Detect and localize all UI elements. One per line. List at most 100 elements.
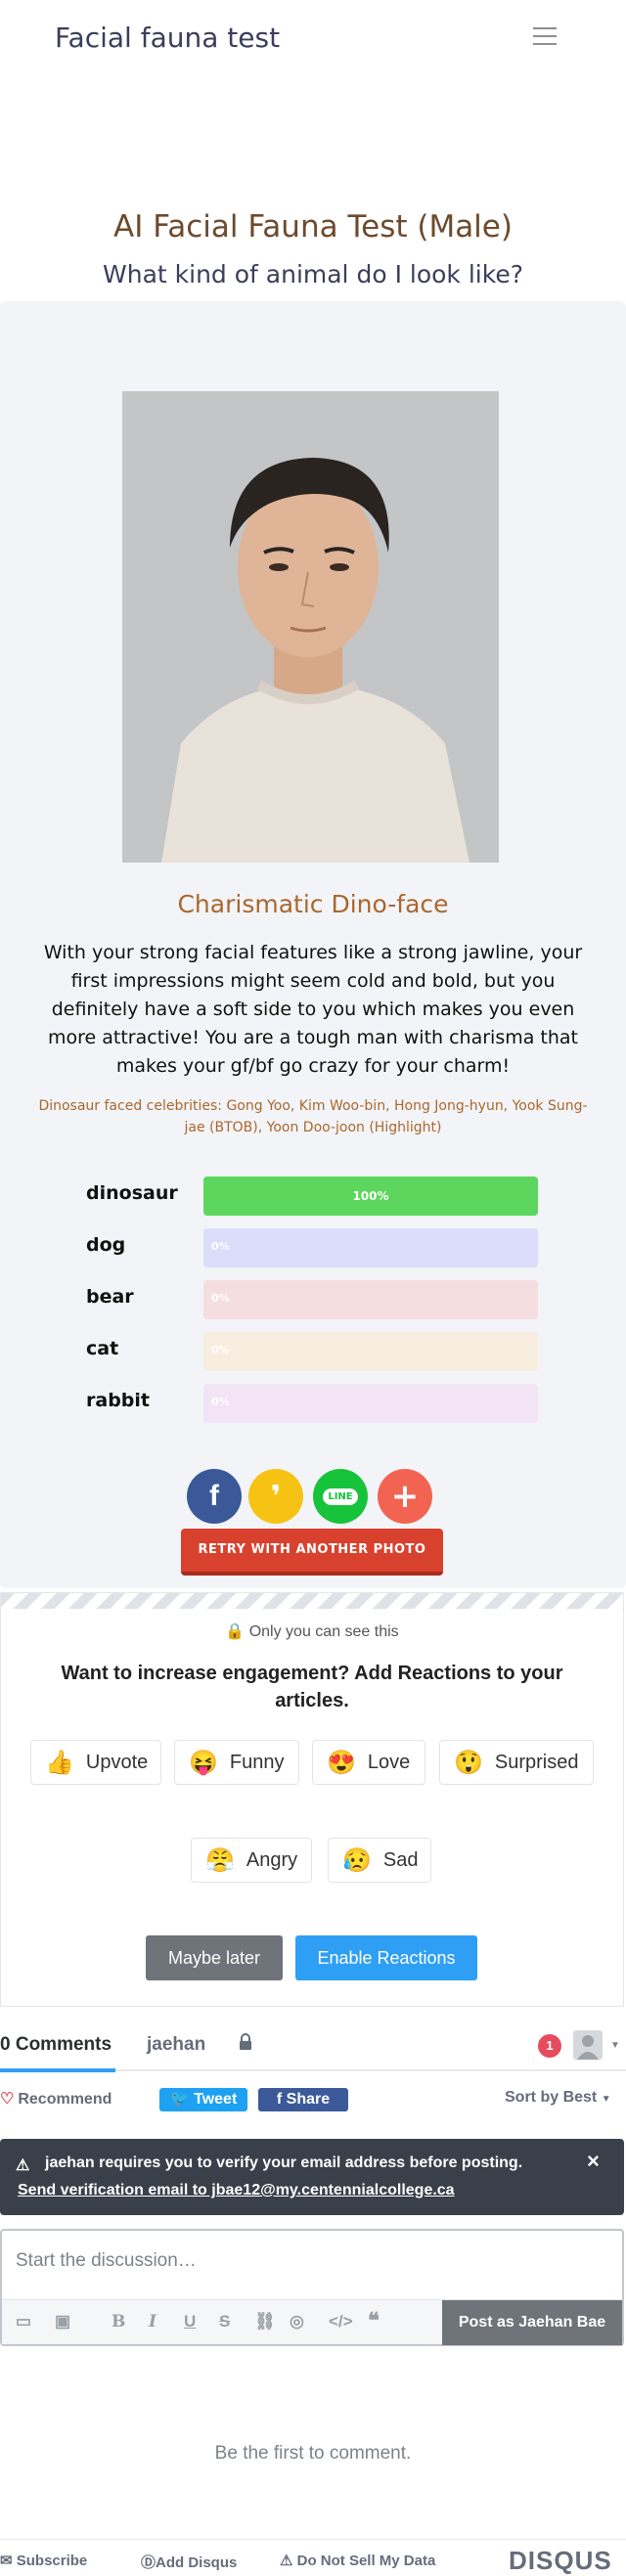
tongue-face-icon: 😝 bbox=[189, 1749, 218, 1776]
reaction-label: Sad bbox=[382, 1848, 419, 1871]
score-track: 0% bbox=[203, 1332, 538, 1371]
kakao-icon: ❜ bbox=[270, 1479, 282, 1514]
brand-title[interactable]: Facial fauna test bbox=[55, 22, 280, 54]
maybe-later-button[interactable]: Maybe later bbox=[146, 1935, 283, 1980]
strikethrough-icon[interactable]: S bbox=[219, 2312, 230, 2332]
facebook-share-button[interactable]: f Share bbox=[258, 2088, 348, 2111]
angry-face-icon: 😤 bbox=[205, 1846, 235, 1874]
reaction-upvote[interactable]: 👍 Upvote bbox=[30, 1740, 161, 1785]
surprised-face-icon: 😲 bbox=[454, 1749, 483, 1776]
code-icon[interactable]: </> bbox=[329, 2312, 353, 2332]
navbar: Facial fauna test bbox=[0, 0, 626, 78]
gif-icon[interactable]: ▭ bbox=[16, 2312, 31, 2332]
score-fill: 100% bbox=[203, 1177, 538, 1216]
striped-divider bbox=[1, 1593, 623, 1609]
score-label: rabbit bbox=[86, 1390, 150, 1411]
score-track: 0% bbox=[203, 1280, 538, 1319]
notification-badge[interactable]: 1 bbox=[538, 2034, 561, 2058]
tweet-label: Tweet bbox=[194, 2091, 238, 2108]
disqus-footer: ✉ Subscribe ⒹAdd Disqus ⚠ Do Not Sell My… bbox=[0, 2539, 626, 2576]
sad-face-icon: 😥 bbox=[342, 1846, 372, 1874]
active-tab-indicator bbox=[0, 2068, 115, 2072]
facebook-share-button[interactable]: f bbox=[187, 1469, 242, 1524]
score-row-dinosaur: dinosaur 100% bbox=[0, 1177, 626, 1216]
reaction-label: Funny bbox=[229, 1751, 285, 1773]
quote-icon[interactable]: ❝ bbox=[368, 2308, 380, 2333]
recommend-button[interactable]: ♡ Recommend bbox=[0, 2089, 112, 2109]
do-not-sell-link[interactable]: ⚠ Do Not Sell My Data bbox=[280, 2552, 435, 2569]
reactions-prompt: Want to increase engagement? Add Reactio… bbox=[61, 1663, 563, 1711]
send-verification-link[interactable]: Send verification email to jbae12@my.cen… bbox=[18, 2182, 455, 2199]
heart-icon: ♡ bbox=[0, 2091, 15, 2108]
do-not-sell-label: Do Not Sell My Data bbox=[296, 2553, 436, 2569]
tweet-button[interactable]: 🐦 Tweet bbox=[159, 2088, 247, 2111]
score-label: dinosaur bbox=[86, 1182, 178, 1204]
celebrity-list: Dinosaur faced celebrities: Gong Yoo, Ki… bbox=[38, 1098, 588, 1135]
score-percent: 0% bbox=[211, 1396, 230, 1408]
sort-label: Sort by Best bbox=[505, 2089, 598, 2106]
subscribe-link[interactable]: ✉ Subscribe bbox=[0, 2552, 87, 2569]
link-icon[interactable]: ⛓ bbox=[254, 2312, 276, 2332]
disqus-comments: 0 Comments jaehan 1 ▼ ♡ Recommend 🐦 Tweet… bbox=[0, 2007, 626, 2576]
enable-reactions-button[interactable]: Enable Reactions bbox=[295, 1935, 477, 1980]
score-track: 100% bbox=[203, 1177, 538, 1216]
subscribe-label: Subscribe bbox=[16, 2553, 88, 2569]
sort-dropdown[interactable]: Sort by Best ▼ bbox=[505, 2089, 611, 2107]
hamburger-menu-icon[interactable] bbox=[533, 27, 557, 47]
visibility-notice: 🔒 Only you can see this bbox=[1, 1621, 623, 1641]
score-label: dog bbox=[86, 1234, 126, 1256]
line-icon: LINE bbox=[323, 1488, 358, 1505]
italic-icon[interactable]: I bbox=[149, 2312, 156, 2332]
score-percent: 0% bbox=[211, 1292, 230, 1305]
retry-button[interactable]: RETRY WITH ANOTHER PHOTO bbox=[181, 1529, 443, 1576]
chevron-down-icon[interactable]: ▼ bbox=[610, 2040, 620, 2051]
disqus-logo[interactable]: DISQUS bbox=[509, 2546, 612, 2576]
chevron-down-icon: ▼ bbox=[601, 2094, 611, 2105]
empty-state-text: Be the first to comment. bbox=[214, 2443, 412, 2464]
heart-eyes-icon: 😍 bbox=[327, 1749, 356, 1776]
reaction-label: Love bbox=[367, 1751, 411, 1773]
score-track: 0% bbox=[203, 1384, 538, 1423]
image-icon[interactable]: ▣ bbox=[55, 2312, 70, 2332]
underline-icon[interactable]: U bbox=[184, 2312, 196, 2332]
page-title: AI Facial Fauna Test (Male) bbox=[113, 209, 513, 244]
result-description: With your strong facial features like a … bbox=[43, 942, 583, 1077]
verify-email-alert: ⚠ jaehan requires you to verify your ema… bbox=[0, 2139, 624, 2215]
result-title: Charismatic Dino-face bbox=[177, 890, 449, 918]
alert-message: jaehan requires you to verify your email… bbox=[45, 2154, 523, 2171]
composer-toolbar: ▭ ▣ B I U S ⛓ ◎ </> ❝ Post as Jaehan Bae bbox=[2, 2299, 622, 2345]
page-subtitle: What kind of animal do I look like? bbox=[103, 260, 523, 289]
kakao-share-button[interactable]: ❜ bbox=[248, 1469, 303, 1524]
twitter-icon: 🐦 bbox=[169, 2091, 190, 2108]
disqus-d-icon: Ⓓ bbox=[141, 2554, 156, 2571]
spoiler-icon[interactable]: ◎ bbox=[290, 2312, 304, 2332]
comment-input[interactable]: Start the discussion… bbox=[16, 2250, 197, 2272]
avatar[interactable] bbox=[573, 2030, 603, 2060]
reaction-label: Angry bbox=[246, 1848, 298, 1871]
visibility-notice-text: Only you can see this bbox=[248, 1623, 399, 1640]
lock-icon[interactable] bbox=[239, 2033, 252, 2051]
reaction-sad[interactable]: 😥 Sad bbox=[328, 1838, 431, 1883]
thumbs-up-icon: 👍 bbox=[45, 1749, 74, 1776]
tab-comments[interactable]: 0 Comments bbox=[0, 2034, 112, 2056]
line-share-button[interactable]: LINE bbox=[313, 1469, 368, 1524]
facebook-icon: f bbox=[276, 2091, 283, 2108]
reaction-love[interactable]: 😍 Love bbox=[312, 1740, 425, 1785]
close-icon[interactable]: × bbox=[587, 2149, 600, 2174]
bold-icon[interactable]: B bbox=[112, 2312, 125, 2332]
score-row-dog: dog 0% bbox=[0, 1228, 626, 1267]
add-disqus-link[interactable]: ⒹAdd Disqus bbox=[141, 2552, 237, 2572]
plus-icon: + bbox=[390, 1477, 420, 1516]
score-percent: 0% bbox=[211, 1240, 230, 1253]
score-label: cat bbox=[86, 1338, 119, 1359]
add-disqus-label: Add Disqus bbox=[156, 2554, 238, 2571]
score-row-bear: bear 0% bbox=[0, 1280, 626, 1319]
reaction-angry[interactable]: 😤 Angry bbox=[191, 1838, 312, 1883]
reaction-surprised[interactable]: 😲 Surprised bbox=[439, 1740, 594, 1785]
tab-community[interactable]: jaehan bbox=[147, 2034, 205, 2056]
reaction-funny[interactable]: 😝 Funny bbox=[174, 1740, 299, 1785]
reaction-label: Upvote bbox=[85, 1751, 149, 1773]
post-button[interactable]: Post as Jaehan Bae bbox=[442, 2300, 622, 2345]
recommend-label: Recommend bbox=[18, 2091, 112, 2108]
more-share-button[interactable]: + bbox=[378, 1469, 432, 1524]
